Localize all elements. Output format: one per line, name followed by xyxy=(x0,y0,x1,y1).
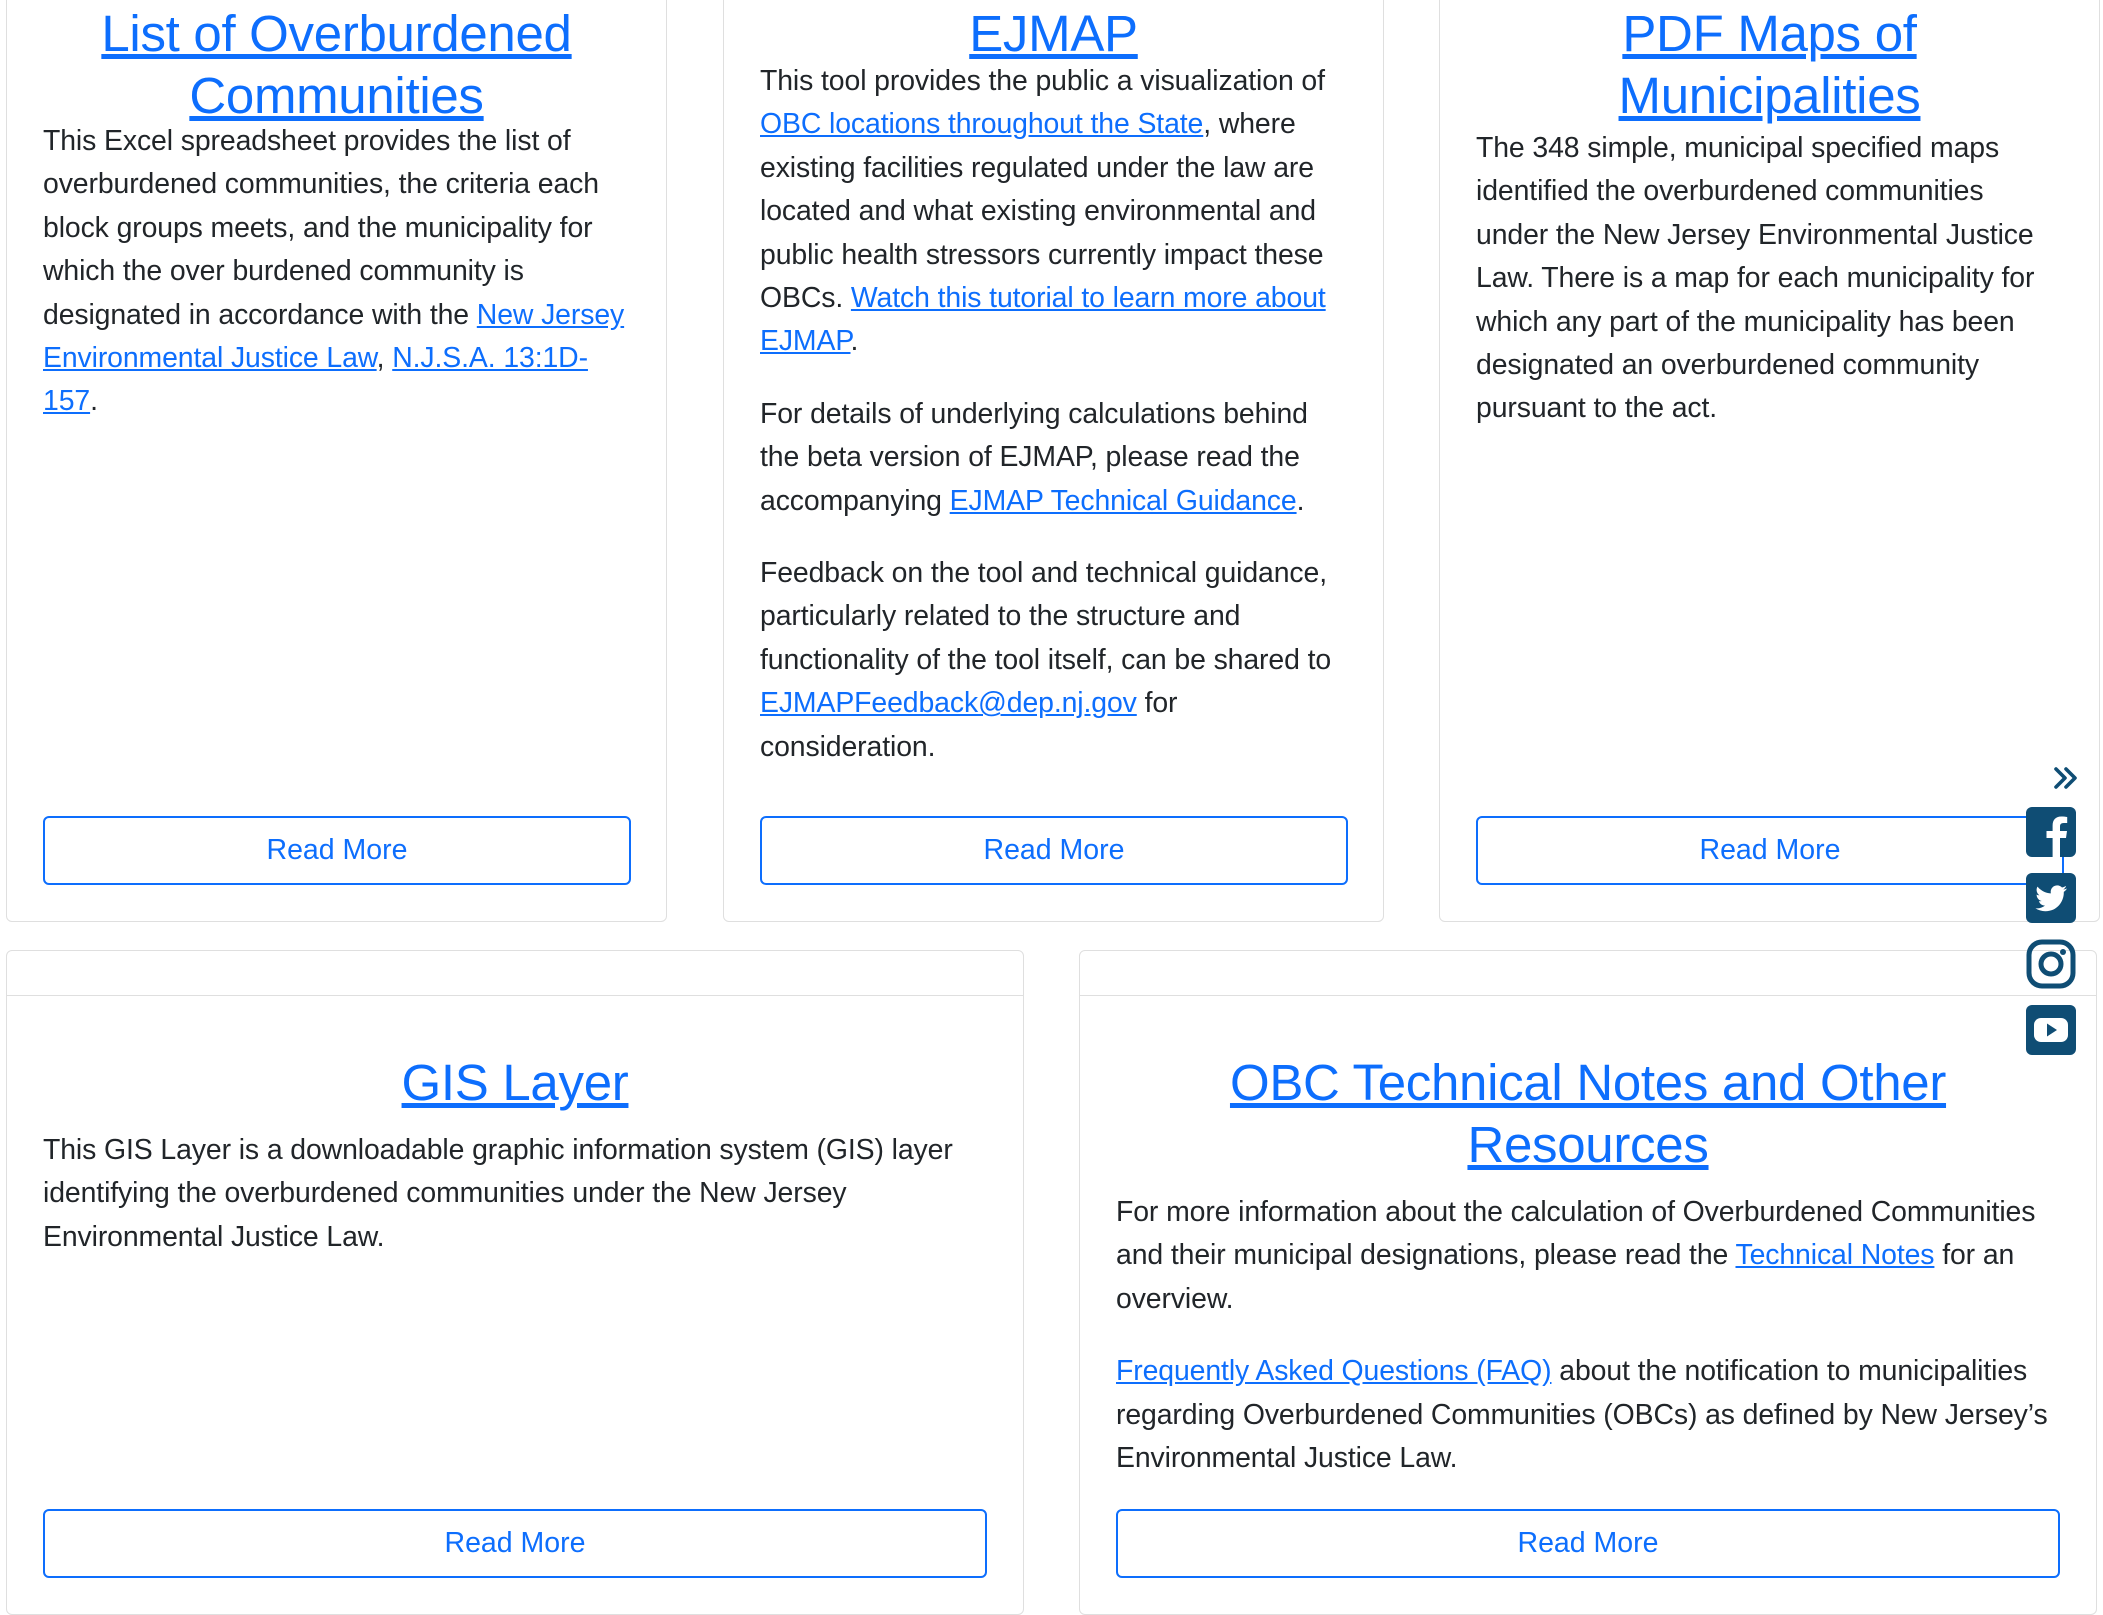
faq-link[interactable]: Frequently Asked Questions (FAQ) xyxy=(1116,1355,1552,1387)
card-paragraph: Frequently Asked Questions (FAQ) about t… xyxy=(1116,1350,2060,1480)
card-body: This GIS Layer is a downloadable graphic… xyxy=(43,1129,987,1288)
card-obc-technical-notes: OBC Technical Notes and Other Resources … xyxy=(1079,950,2097,1615)
text-span: . xyxy=(1296,484,1305,517)
ejmap-feedback-email-link[interactable]: EJMAPFeedback@dep.nj.gov xyxy=(760,687,1137,719)
card-title: PDF Maps of Municipalities xyxy=(1476,3,2063,127)
card-paragraph: This tool provides the public a visualiz… xyxy=(760,60,1347,364)
read-more-button[interactable]: Read More xyxy=(43,1509,987,1578)
card-paragraph: For more information about the calculati… xyxy=(1116,1191,2060,1321)
card-paragraph: This GIS Layer is a downloadable graphic… xyxy=(43,1129,987,1259)
card-body: This Excel spreadsheet provides the list… xyxy=(43,120,630,453)
double-chevron-right-icon[interactable] xyxy=(2050,762,2082,794)
card-header-divider xyxy=(1080,995,2096,996)
instagram-icon[interactable] xyxy=(2025,938,2077,990)
card-pdf-maps: PDF Maps of Municipalities The 348 simpl… xyxy=(1439,0,2100,922)
card-body: This tool provides the public a visualiz… xyxy=(760,60,1347,798)
card-gis-layer: GIS Layer This GIS Layer is a downloadab… xyxy=(6,950,1024,1615)
card-overburdened-list: List of Overburdened Communities This Ex… xyxy=(6,0,667,922)
card-paragraph: For details of underlying calculations b… xyxy=(760,393,1347,523)
card-header-divider xyxy=(7,995,1023,996)
twitter-icon[interactable] xyxy=(2025,872,2077,924)
youtube-icon[interactable] xyxy=(2025,1004,2077,1056)
card-title-link[interactable]: List of Overburdened Communities xyxy=(101,5,572,124)
text-span: , xyxy=(376,342,393,375)
read-more-button[interactable]: Read More xyxy=(1116,1509,2060,1578)
text-span: This GIS Layer is a downloadable graphic… xyxy=(43,1134,953,1253)
text-span: The 348 simple, municipal specified maps… xyxy=(1476,132,2035,425)
card-body: For more information about the calculati… xyxy=(1116,1191,2060,1509)
read-more-button[interactable]: Read More xyxy=(760,816,1348,885)
facebook-icon[interactable] xyxy=(2025,806,2077,858)
card-title-link[interactable]: EJMAP xyxy=(969,5,1138,62)
read-more-button[interactable]: Read More xyxy=(43,816,631,885)
ejmap-technical-guidance-link[interactable]: EJMAP Technical Guidance xyxy=(950,485,1297,517)
text-span: Feedback on the tool and technical guida… xyxy=(760,557,1332,676)
text-span: . xyxy=(90,385,98,418)
read-more-button[interactable]: Read More xyxy=(1476,816,2064,885)
card-paragraph: The 348 simple, municipal specified maps… xyxy=(1476,127,2063,431)
obc-locations-link[interactable]: OBC locations throughout the State xyxy=(760,108,1203,140)
text-span: This tool provides the public a visualiz… xyxy=(760,65,1325,97)
card-title: EJMAP xyxy=(760,3,1347,65)
card-ejmap: EJMAP This tool provides the public a vi… xyxy=(723,0,1384,922)
card-title-link[interactable]: GIS Layer xyxy=(402,1054,629,1111)
card-title: OBC Technical Notes and Other Resources xyxy=(1116,1052,2060,1176)
technical-notes-link[interactable]: Technical Notes xyxy=(1735,1239,1934,1271)
card-paragraph: This Excel spreadsheet provides the list… xyxy=(43,120,630,424)
card-title-link[interactable]: PDF Maps of Municipalities xyxy=(1619,5,1921,124)
card-title: GIS Layer xyxy=(43,1052,987,1114)
card-paragraph: Feedback on the tool and technical guida… xyxy=(760,552,1347,769)
card-body: The 348 simple, municipal specified maps… xyxy=(1476,127,2063,460)
text-span: . xyxy=(850,325,859,358)
card-title: List of Overburdened Communities xyxy=(43,3,630,127)
card-title-link[interactable]: OBC Technical Notes and Other Resources xyxy=(1230,1054,1946,1173)
